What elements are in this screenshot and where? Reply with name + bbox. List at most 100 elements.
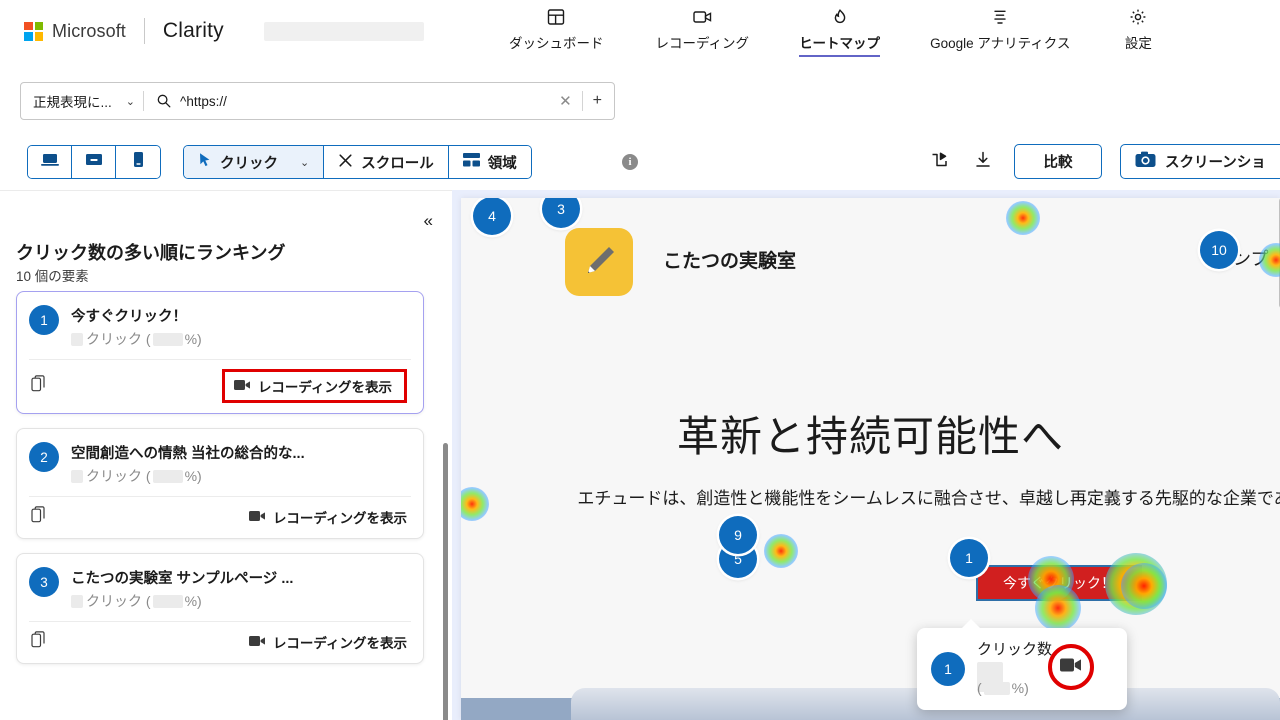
panel-subtitle: 10 個の要素 — [16, 269, 89, 284]
chevron-down-icon[interactable]: ⌄ — [126, 95, 135, 108]
mode-scroll-button[interactable]: スクロール — [324, 146, 449, 178]
redacted-percent — [152, 332, 183, 346]
ranking-sidebar: « クリック数の多い順にランキング 10 個の要素 1 今すぐクリック！ クリッ… — [0, 190, 452, 720]
top-navigation-bar: Microsoft Clarity ダッシュボード レコーディング ヒートマップ… — [0, 0, 1280, 62]
clear-search-icon[interactable]: ✕ — [549, 92, 582, 110]
nav-item-dashboard[interactable]: ダッシュボード — [497, 0, 616, 52]
nav-item-google-analytics[interactable]: Google アナリティクス — [918, 0, 1082, 52]
cta-label: 今すぐクリック！ — [1003, 575, 1115, 591]
tooltip-paren-open: ( — [977, 680, 982, 696]
download-icon[interactable] — [974, 150, 992, 174]
nav-items: ダッシュボード レコーディング ヒートマップ Google アナリティクス 設定 — [497, 0, 1170, 62]
tooltip-view-recording-button[interactable] — [1048, 644, 1094, 690]
video-camera-icon — [248, 510, 266, 525]
sidebar-scrollbar[interactable] — [443, 443, 448, 720]
product-label: Clarity — [162, 19, 224, 42]
device-toggle-group — [27, 145, 161, 179]
heat-blob — [461, 487, 489, 521]
copy-selector-icon[interactable] — [31, 506, 46, 528]
video-camera-icon — [1060, 657, 1082, 678]
ranking-item-header: 1 今すぐクリック！ クリック ( %) — [17, 292, 423, 359]
rank-badge: 1 — [29, 305, 59, 335]
clarity-heatmap-app: Microsoft Clarity ダッシュボード レコーディング ヒートマップ… — [0, 0, 1280, 720]
search-icon — [156, 93, 172, 109]
ranking-item-1[interactable]: 1 今すぐクリック！ クリック ( %) レコーディングを表示 — [16, 291, 424, 414]
search-input[interactable]: ^https:// — [180, 94, 549, 109]
share-icon[interactable] — [930, 150, 950, 174]
heatmap-marker-3[interactable]: 3 — [542, 198, 580, 228]
nav-label-settings: 設定 — [1124, 36, 1152, 51]
dashboard-icon — [546, 5, 566, 29]
ranking-list: 1 今すぐクリック！ クリック ( %) レコーディングを表示 2 空間創造への… — [0, 291, 452, 720]
analytics-icon — [990, 5, 1010, 29]
nav-item-heatmaps[interactable]: ヒートマップ — [787, 0, 892, 57]
url-box-divider-1 — [142, 91, 144, 111]
redacted-percent — [983, 681, 1010, 695]
redacted-count — [71, 594, 83, 608]
camera-icon — [1135, 151, 1156, 172]
compare-button[interactable]: 比較 — [1014, 144, 1102, 179]
heatmap-marker-1[interactable]: 1 — [950, 539, 988, 577]
device-desktop-button[interactable] — [28, 146, 72, 178]
pencil-icon — [588, 247, 614, 273]
video-camera-icon — [692, 5, 713, 29]
info-icon[interactable]: i — [622, 154, 638, 170]
url-match-mode-label[interactable]: 正規表現に... — [21, 91, 112, 111]
heat-blob — [764, 534, 798, 568]
microsoft-squares-icon — [24, 21, 43, 41]
url-search-box[interactable]: 正規表現に... ⌄ ^https:// ✕ + — [20, 82, 615, 120]
view-recording-button[interactable]: レコーディングを表示 — [248, 507, 407, 527]
heatmap-marker-4[interactable]: 4 — [473, 198, 511, 235]
mode-click-button[interactable]: クリック ⌄ — [184, 146, 325, 178]
collapse-panel-icon[interactable]: « — [424, 211, 433, 231]
copy-selector-icon[interactable] — [31, 375, 46, 397]
redacted-count — [71, 469, 83, 483]
page-preview: こたつの実験室 革新と持続可能性へ エチュードは、創造性と機能性をシームレスに融… — [461, 198, 1280, 720]
video-camera-icon — [233, 379, 251, 394]
desktop-icon — [40, 152, 60, 173]
nav-item-settings[interactable]: 設定 — [1106, 0, 1170, 52]
view-recording-button[interactable]: レコーディングを表示 — [248, 632, 407, 652]
view-recording-label: レコーディングを表示 — [272, 636, 407, 651]
chevron-down-icon[interactable]: ⌄ — [300, 156, 309, 169]
ranking-item-stats: クリック ( %) — [71, 591, 409, 611]
redacted-percent — [152, 469, 183, 483]
screenshot-button[interactable]: スクリーンショ — [1120, 144, 1280, 179]
heatmap-marker-10[interactable]: 10 — [1200, 231, 1238, 269]
tooltip-label: クリック数 — [977, 641, 1053, 658]
cta-button[interactable]: 今すぐクリック！ — [976, 565, 1142, 601]
ranking-item-2[interactable]: 2 空間創造への情熱 当社の総合的な... クリック ( %) レコーディングを… — [16, 428, 424, 539]
device-mobile-button[interactable] — [116, 146, 160, 178]
area-icon — [462, 153, 480, 171]
ranking-item-stats: クリック ( %) — [71, 466, 409, 486]
ranking-item-actions: レコーディングを表示 — [17, 497, 423, 538]
mode-area-label: 領域 — [487, 155, 517, 172]
heatmap-mode-group: クリック ⌄ スクロール 領域 — [183, 145, 532, 179]
view-recording-button[interactable]: レコーディングを表示 — [221, 369, 407, 403]
copy-selector-icon[interactable] — [31, 631, 46, 653]
nav-label-google-analytics: Google アナリティクス — [930, 36, 1071, 51]
ranking-item-actions: レコーディングを表示 — [17, 360, 423, 413]
mode-scroll-label: スクロール — [361, 155, 434, 172]
flame-icon — [831, 5, 849, 29]
filter-bar: 正規表現に... ⌄ ^https:// ✕ + フィルター セグメント — [0, 62, 1280, 180]
panel-title: クリック数の多い順にランキング — [16, 243, 286, 263]
screenshot-button-label: スクリーンショ — [1165, 155, 1266, 171]
stat-suffix: %) — [184, 331, 202, 347]
device-tablet-button[interactable] — [72, 146, 116, 178]
ranking-item-3[interactable]: 3 こたつの実験室 サンプルページ ... クリック ( %) レコーディングを… — [16, 553, 424, 664]
ranking-item-header: 3 こたつの実験室 サンプルページ ... クリック ( %) — [17, 554, 423, 621]
heatmap-marker-9[interactable]: 9 — [719, 516, 757, 554]
view-recording-label: レコーディングを表示 — [257, 380, 392, 395]
mode-area-button[interactable]: 領域 — [448, 146, 531, 178]
mode-click-label: クリック — [220, 155, 278, 172]
add-filter-icon[interactable]: + — [583, 92, 614, 110]
site-selector-chip[interactable] — [263, 21, 424, 41]
nav-item-recordings[interactable]: レコーディング — [644, 0, 762, 52]
nav-label-dashboard: ダッシュボード — [509, 36, 604, 51]
ranking-item-title: こたつの実験室 サンプルページ ... — [71, 571, 294, 587]
redacted-count — [71, 332, 83, 346]
compare-button-label: 比較 — [1043, 155, 1073, 171]
ranking-item-title: 今すぐクリック！ — [71, 309, 187, 325]
nav-label-heatmaps: ヒートマップ — [799, 32, 881, 57]
